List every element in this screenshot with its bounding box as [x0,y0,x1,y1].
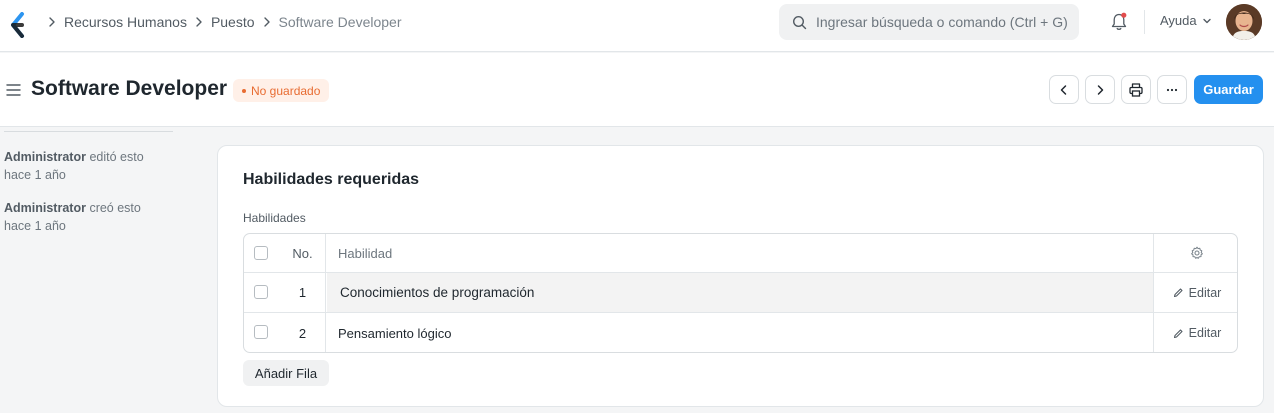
pencil-icon [1173,328,1183,338]
previous-doc-button[interactable] [1049,75,1079,104]
save-button[interactable]: Guardar [1194,75,1263,104]
status-label: No guardado [251,83,321,98]
table-header-row: No. Habilidad [244,234,1237,273]
section-title: Habilidades requeridas [243,171,420,188]
timeline-user[interactable]: Administrator [4,201,86,215]
add-row-button[interactable]: Añadir Fila [243,360,329,386]
chevron-right-icon [192,15,206,29]
timeline-time: hace 1 año [4,168,66,182]
app-logo-icon[interactable] [8,12,26,38]
chevron-left-icon [1060,84,1067,95]
user-avatar[interactable] [1226,4,1262,40]
status-dot [242,88,246,93]
awesomebar-search[interactable] [779,4,1079,40]
edit-label: Editar [1188,326,1222,340]
edit-label: Editar [1188,285,1222,300]
avatar-photo [1226,4,1262,40]
status-badge: No guardado [233,79,330,102]
search-input[interactable] [816,14,1076,30]
page-title: Software Developer [31,77,228,100]
breadcrumb-item-doctype[interactable]: Puesto [211,14,255,30]
chevron-right-icon [260,15,274,29]
ellipsis-icon [1166,88,1178,91]
skills-table: No. Habilidad 1 Conocimientos de program… [243,233,1238,353]
page-head: Software Developer No guardado Guardar [0,53,1274,127]
skill-cell[interactable]: Conocimientos de programación [327,273,1154,312]
print-button[interactable] [1121,75,1151,104]
table-row[interactable]: 1 Conocimientos de programación Editar [244,273,1237,313]
timeline-item: Administrator editó esto hace 1 año [4,148,174,184]
help-label: Ayuda [1160,13,1197,28]
notification-bell-icon[interactable] [1110,12,1128,32]
more-actions-button[interactable] [1157,75,1187,104]
timeline-time: hace 1 año [4,219,66,233]
search-icon [792,15,807,29]
edit-row-button[interactable]: Editar [1155,273,1237,312]
pencil-icon [1173,288,1183,298]
breadcrumb-item-module[interactable]: Recursos Humanos [64,14,187,30]
table-row[interactable]: 2 Pensamiento lógico Editar [244,313,1237,352]
column-header-no: No. [280,234,326,272]
timeline-action: editó esto [89,150,144,164]
column-header-skill: Habilidad [327,234,1154,272]
edit-row-button[interactable]: Editar [1155,313,1237,352]
breadcrumb-item-current[interactable]: Software Developer [279,14,402,30]
row-number: 2 [280,313,326,352]
row-checkbox[interactable] [254,325,268,339]
gear-icon [1191,246,1203,259]
sidebar-divider [4,131,173,132]
timeline-user[interactable]: Administrator [4,150,86,164]
timeline-action: creó esto [89,201,141,215]
row-checkbox[interactable] [254,285,268,299]
chevron-right-icon [1097,84,1104,95]
printer-icon [1129,82,1143,97]
next-doc-button[interactable] [1085,75,1115,104]
column-settings-button[interactable] [1155,234,1237,272]
row-number: 1 [280,273,326,312]
hamburger-menu-icon[interactable] [6,84,21,96]
form-section-card: Habilidades requeridas Habilidades No. H… [217,145,1264,407]
breadcrumb: Recursos Humanos Puesto Software Develop… [40,0,401,44]
skill-cell[interactable]: Pensamiento lógico [327,313,1154,352]
navbar: Recursos Humanos Puesto Software Develop… [0,0,1274,52]
navbar-divider [1144,10,1145,34]
select-all-checkbox[interactable] [254,246,268,260]
timeline-item: Administrator creó esto hace 1 año [4,199,174,235]
help-dropdown[interactable]: Ayuda [1160,13,1212,28]
chevron-down-icon [1202,18,1211,23]
chevron-right-icon [45,15,59,29]
field-label: Habilidades [243,211,306,225]
